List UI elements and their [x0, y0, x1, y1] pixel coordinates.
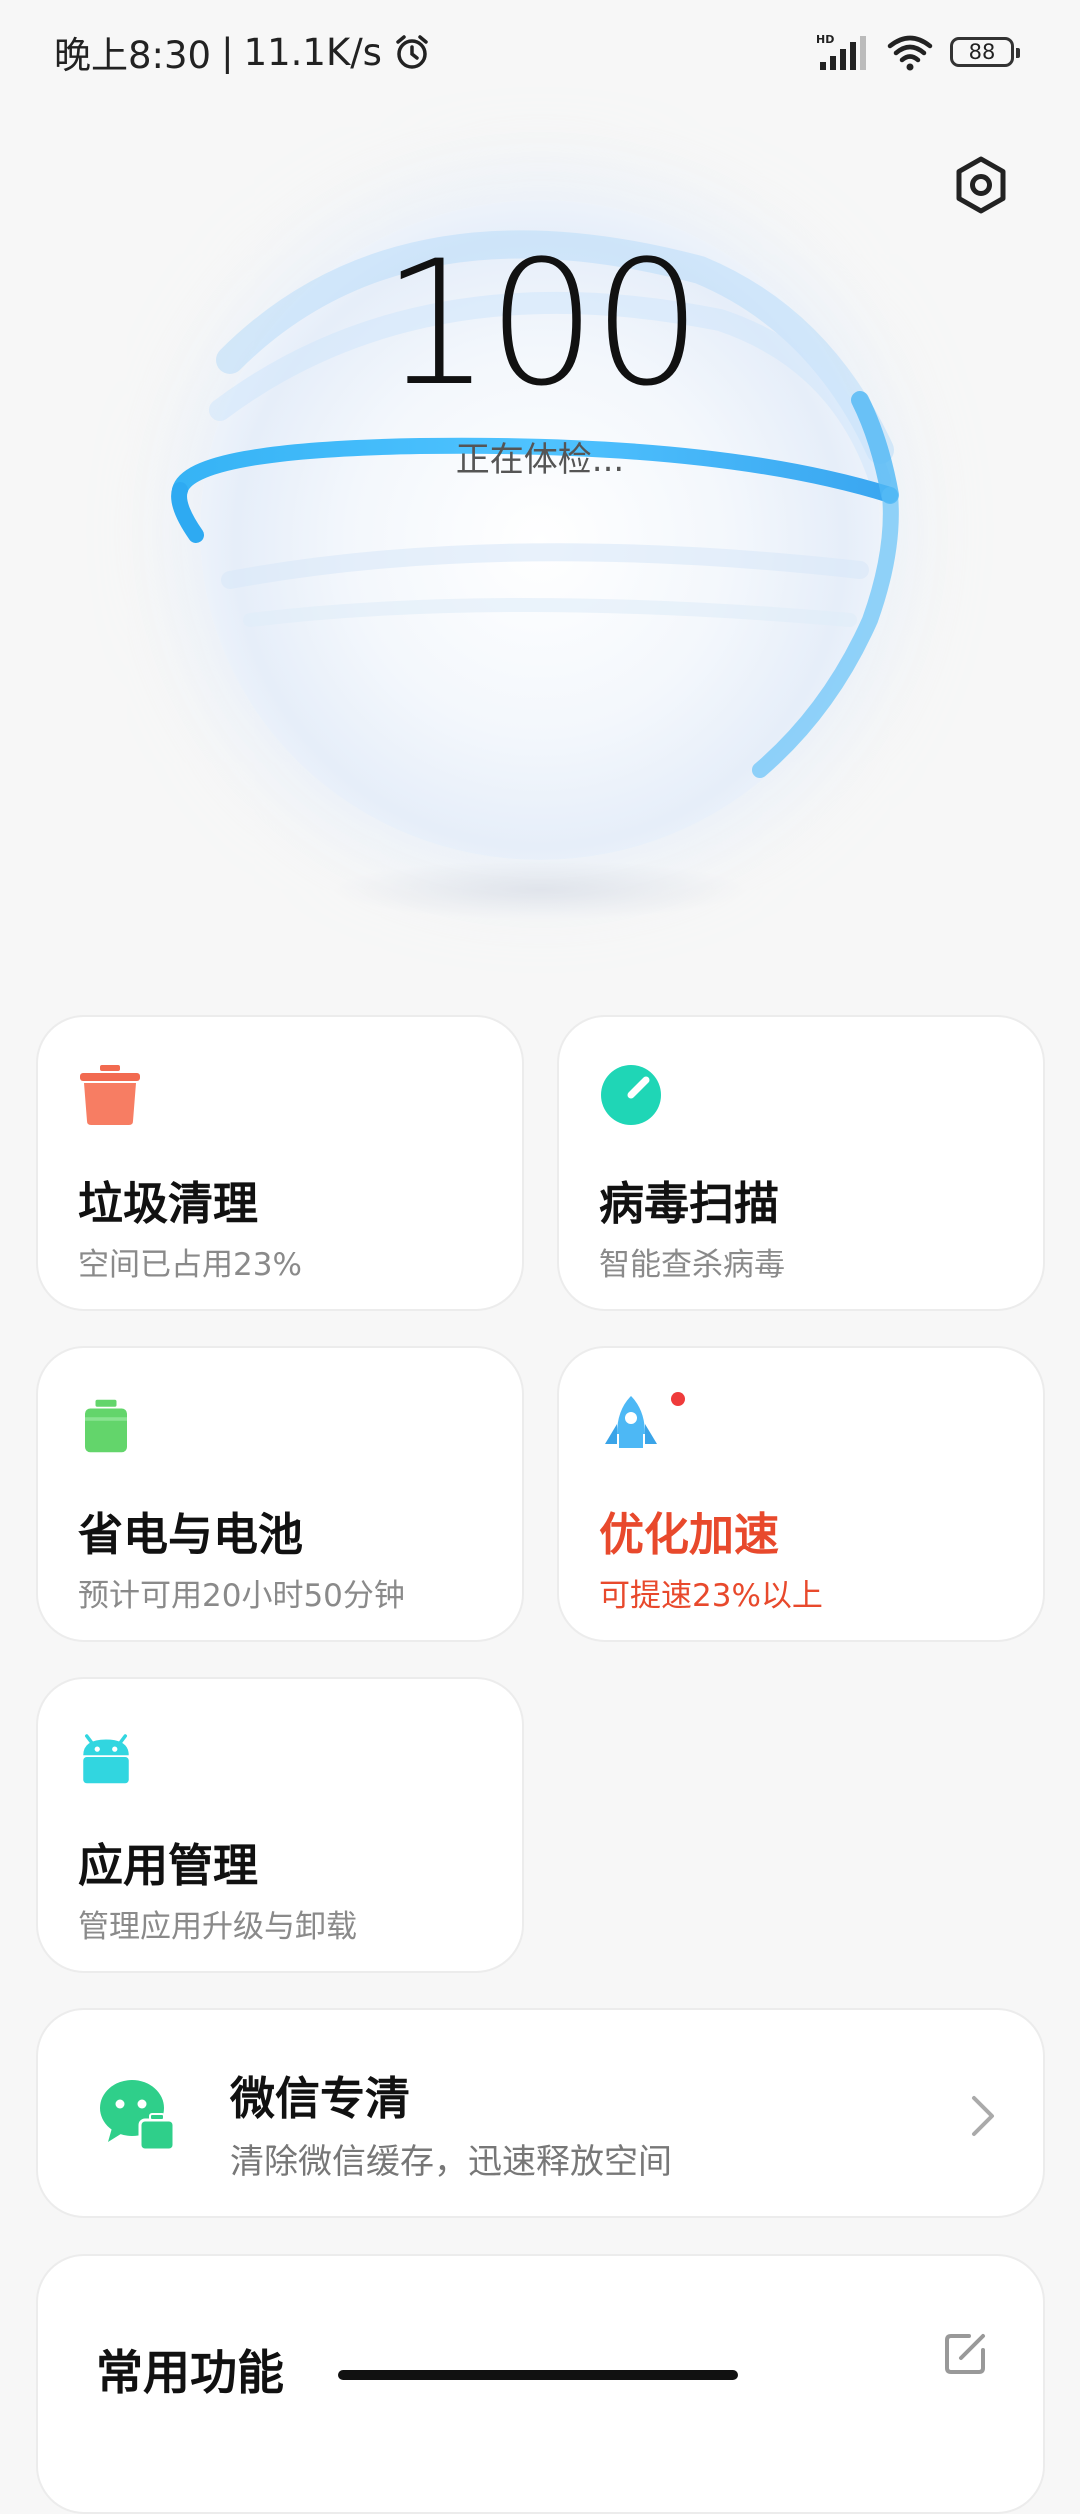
battery-icon [85, 1399, 127, 1453]
health-score: 100 [381, 223, 702, 424]
wechat-clean-title: 微信专清 [230, 2072, 411, 2125]
wechat-clean-icon [100, 2080, 176, 2152]
common-functions-title: 常用功能 [96, 2346, 284, 2401]
wechat-clean-card[interactable]: 微信专清 清除微信缓存，迅速释放空间 [36, 2008, 1045, 2218]
virus-scan-card[interactable]: 病毒扫描 智能查杀病毒 [557, 1015, 1045, 1311]
card-subtitle: 管理应用升级与卸载 [78, 1909, 357, 1945]
card-title: 应用管理 [78, 1839, 259, 1892]
network-label: HD [816, 33, 834, 46]
scan-status: 正在体检... [455, 440, 625, 480]
card-subtitle: 空间已占用23% [78, 1247, 302, 1283]
rocket-icon [605, 1396, 657, 1448]
notification-dot [671, 1392, 685, 1406]
home-indicator[interactable] [338, 2370, 738, 2380]
alarm-icon [396, 35, 428, 69]
card-title: 病毒扫描 [599, 1177, 780, 1230]
network-speed: 11.1K/s [243, 30, 382, 74]
card-title: 优化加速 [599, 1508, 780, 1561]
chevron-right-icon [972, 2096, 994, 2136]
status-bar: 晚上8:30 | 11.1K/s HD 88 [0, 0, 1080, 100]
battery-card[interactable]: 省电与电池 预计可用20小时50分钟 [36, 1346, 524, 1642]
sphere-shadow [330, 860, 750, 920]
wifi-icon [887, 35, 933, 71]
clock: 晚上8:30 [54, 34, 212, 77]
wechat-clean-subtitle: 清除微信缓存，迅速释放空间 [230, 2142, 672, 2182]
card-subtitle: 可提速23%以上 [599, 1578, 823, 1614]
card-subtitle: 预计可用20小时50分钟 [78, 1578, 405, 1614]
battery-level: 88 [968, 40, 996, 64]
battery-indicator: 88 [950, 37, 1020, 67]
status-separator: | [221, 30, 234, 74]
optimize-card[interactable]: 优化加速 可提速23%以上 [557, 1346, 1045, 1642]
trash-icon [80, 1065, 140, 1125]
shield-scan-icon [601, 1065, 661, 1125]
edit-icon[interactable] [943, 2330, 989, 2376]
common-functions-card: 常用功能 [36, 2254, 1045, 2514]
signal-icon: HD [816, 33, 866, 70]
card-title: 省电与电池 [78, 1508, 304, 1561]
app-management-card[interactable]: 应用管理 管理应用升级与卸载 [36, 1677, 524, 1973]
card-subtitle: 智能查杀病毒 [599, 1247, 785, 1283]
card-title: 垃圾清理 [78, 1177, 259, 1230]
status-left: 晚上8:30 | 11.1K/s [54, 30, 432, 77]
junk-cleanup-card[interactable]: 垃圾清理 空间已占用23% [36, 1015, 524, 1311]
status-right: HD 88 [814, 30, 1020, 74]
android-icon [83, 1734, 129, 1784]
